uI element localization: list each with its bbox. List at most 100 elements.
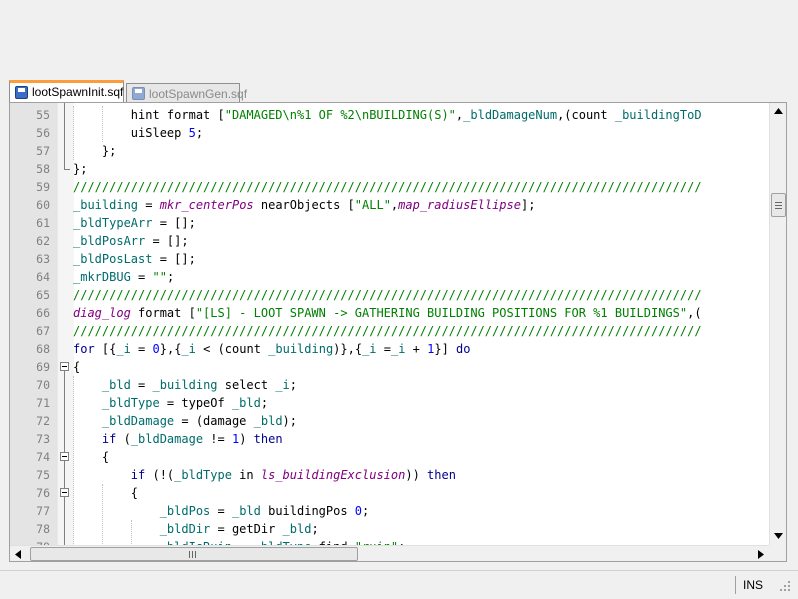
code-token: _bld [231,504,261,518]
indent-guide [131,520,132,545]
code-line[interactable]: for [{_i = 0},{_i < (count _building)},{… [73,340,471,358]
code-token: then [253,432,283,446]
code-token: ; [289,378,298,392]
code-token: ls_buildingExclusion [260,468,406,482]
code-token: ; [311,522,319,536]
code-token: ////////////////////////////////////////… [73,324,702,338]
code-line[interactable]: _bldIsRuin = _bldType find "ruin"; [73,538,406,545]
code-token: _bldDamage [101,414,175,428]
code-line[interactable]: }; [73,142,116,160]
code-token: _buildingToD [614,108,702,122]
code-line[interactable]: _bldType = typeOf _bld; [73,394,268,412]
code-line[interactable]: _bld = _building select _i; [73,376,297,394]
code-token: for [73,342,95,356]
line-number: 60 [36,198,50,212]
code-token: buildingPos [260,504,355,518]
line-number: 74 [36,450,50,464]
code-token: nearObjects [ [253,198,355,212]
code-token: _i [390,342,406,356]
fold-end-marker [64,169,70,170]
code-token: = [210,504,232,518]
vertical-scroll-thumb[interactable] [771,193,786,217]
arrow-up-icon[interactable] [774,108,783,114]
code-token: ,(count [557,108,615,122]
insert-mode-indicator: INS [743,578,764,592]
line-number: 72 [36,414,50,428]
fold-toggle-icon[interactable] [60,488,69,497]
code-line[interactable]: _mkrDBUG = ""; [73,268,174,286]
code-token: if [73,432,117,446]
indent-guide [102,106,103,142]
code-token: _i [362,342,377,356]
code-token: "ALL" [354,198,391,212]
toolbar-area [0,0,798,79]
code-line[interactable]: if (_bldDamage != 1) then [73,430,283,448]
code-line[interactable]: { [73,484,138,502]
code-token: }; [73,144,117,158]
code-line[interactable]: hint format ["DAMAGED\n%1 OF %2\nBUILDIN… [73,106,702,124]
code-token: ); [282,414,297,428]
code-token: _i [275,378,290,392]
code-editor[interactable]: 55 56 57 58 59 60 61 62 63 64 65 66 67 68 69 70 71 72 73 74… [9,102,787,562]
code-line[interactable]: uiSleep 5; [73,124,203,142]
arrow-down-icon[interactable] [774,533,783,539]
code-line[interactable]: _bldPos = _bld buildingPos 0; [73,502,370,520]
code-token: = getDir [210,522,283,536]
code-token: map_radiusEllipse [398,198,521,212]
code-line[interactable]: { [73,448,109,466]
code-line[interactable]: _bldPosLast = []; [73,250,196,268]
line-number: 78 [36,522,50,536]
code-token: _bldDamageNum [463,108,558,122]
code-line[interactable]: _building = mkr_centerPos nearObjects ["… [73,196,535,214]
code-token: { [73,360,81,374]
fold-toggle-icon[interactable] [60,452,69,461]
fold-toggle-icon[interactable] [60,362,69,371]
line-number: 73 [36,432,50,446]
code-token: != [203,432,232,446]
arrow-left-icon[interactable] [15,550,21,559]
code-token: },{ [159,342,182,356]
horizontal-scrollbar[interactable] [10,545,769,561]
code-line[interactable]: _bldDamage = (damage _bld); [73,412,297,430]
code-token: = [130,270,153,284]
code-token: ,( [687,306,702,320]
tab-lootspawninit[interactable]: lootSpawnInit.sqf [9,80,124,102]
code-line[interactable]: _bldPosArr = []; [73,232,189,250]
code-token: _building [268,342,334,356]
sqf-file-icon [15,86,28,99]
code-line[interactable]: _bldTypeArr = []; [73,214,196,232]
code-token: 0 [354,504,363,518]
code-line[interactable]: _bldDir = getDir _bld; [73,520,319,538]
code-token: _bld [253,414,283,428]
code-line[interactable]: if (!(_bldType in ls_buildingExclusion))… [73,466,456,484]
code-line[interactable]: ////////////////////////////////////////… [73,286,702,304]
status-separator [735,576,736,594]
line-number: 70 [36,378,50,392]
code-token: mkr_centerPos [159,198,254,212]
vertical-scrollbar[interactable] [769,103,786,545]
code-area[interactable]: hint format ["DAMAGED\n%1 OF %2\nBUILDIN… [73,103,769,545]
code-line[interactable]: ////////////////////////////////////////… [73,322,702,340]
code-line[interactable]: ////////////////////////////////////////… [73,178,702,196]
code-token: { [73,450,110,464]
code-token: _bldTypeArr [73,216,153,230]
size-grip-icon[interactable] [776,577,792,593]
line-number: 75 [36,468,50,482]
code-token: "DAMAGED\n%1 OF %2\nBUILDING(S)" [224,108,456,122]
code-line[interactable]: }; [73,160,87,178]
tab-lootspawngen[interactable]: lootSpawnGen.sqf [126,83,247,104]
horizontal-scroll-thumb[interactable] [30,547,358,561]
code-line[interactable]: { [73,358,80,376]
line-number: 66 [36,306,50,320]
code-token: ]; [520,198,536,212]
code-token: 0 [152,342,160,356]
code-token: = [138,198,160,212]
code-token: = []; [152,252,196,266]
line-number: 64 [36,270,50,284]
arrow-right-icon[interactable] [758,550,764,559]
code-line[interactable]: diag_log format ["[LS] - LOOT SPAWN -> G… [73,304,702,322]
